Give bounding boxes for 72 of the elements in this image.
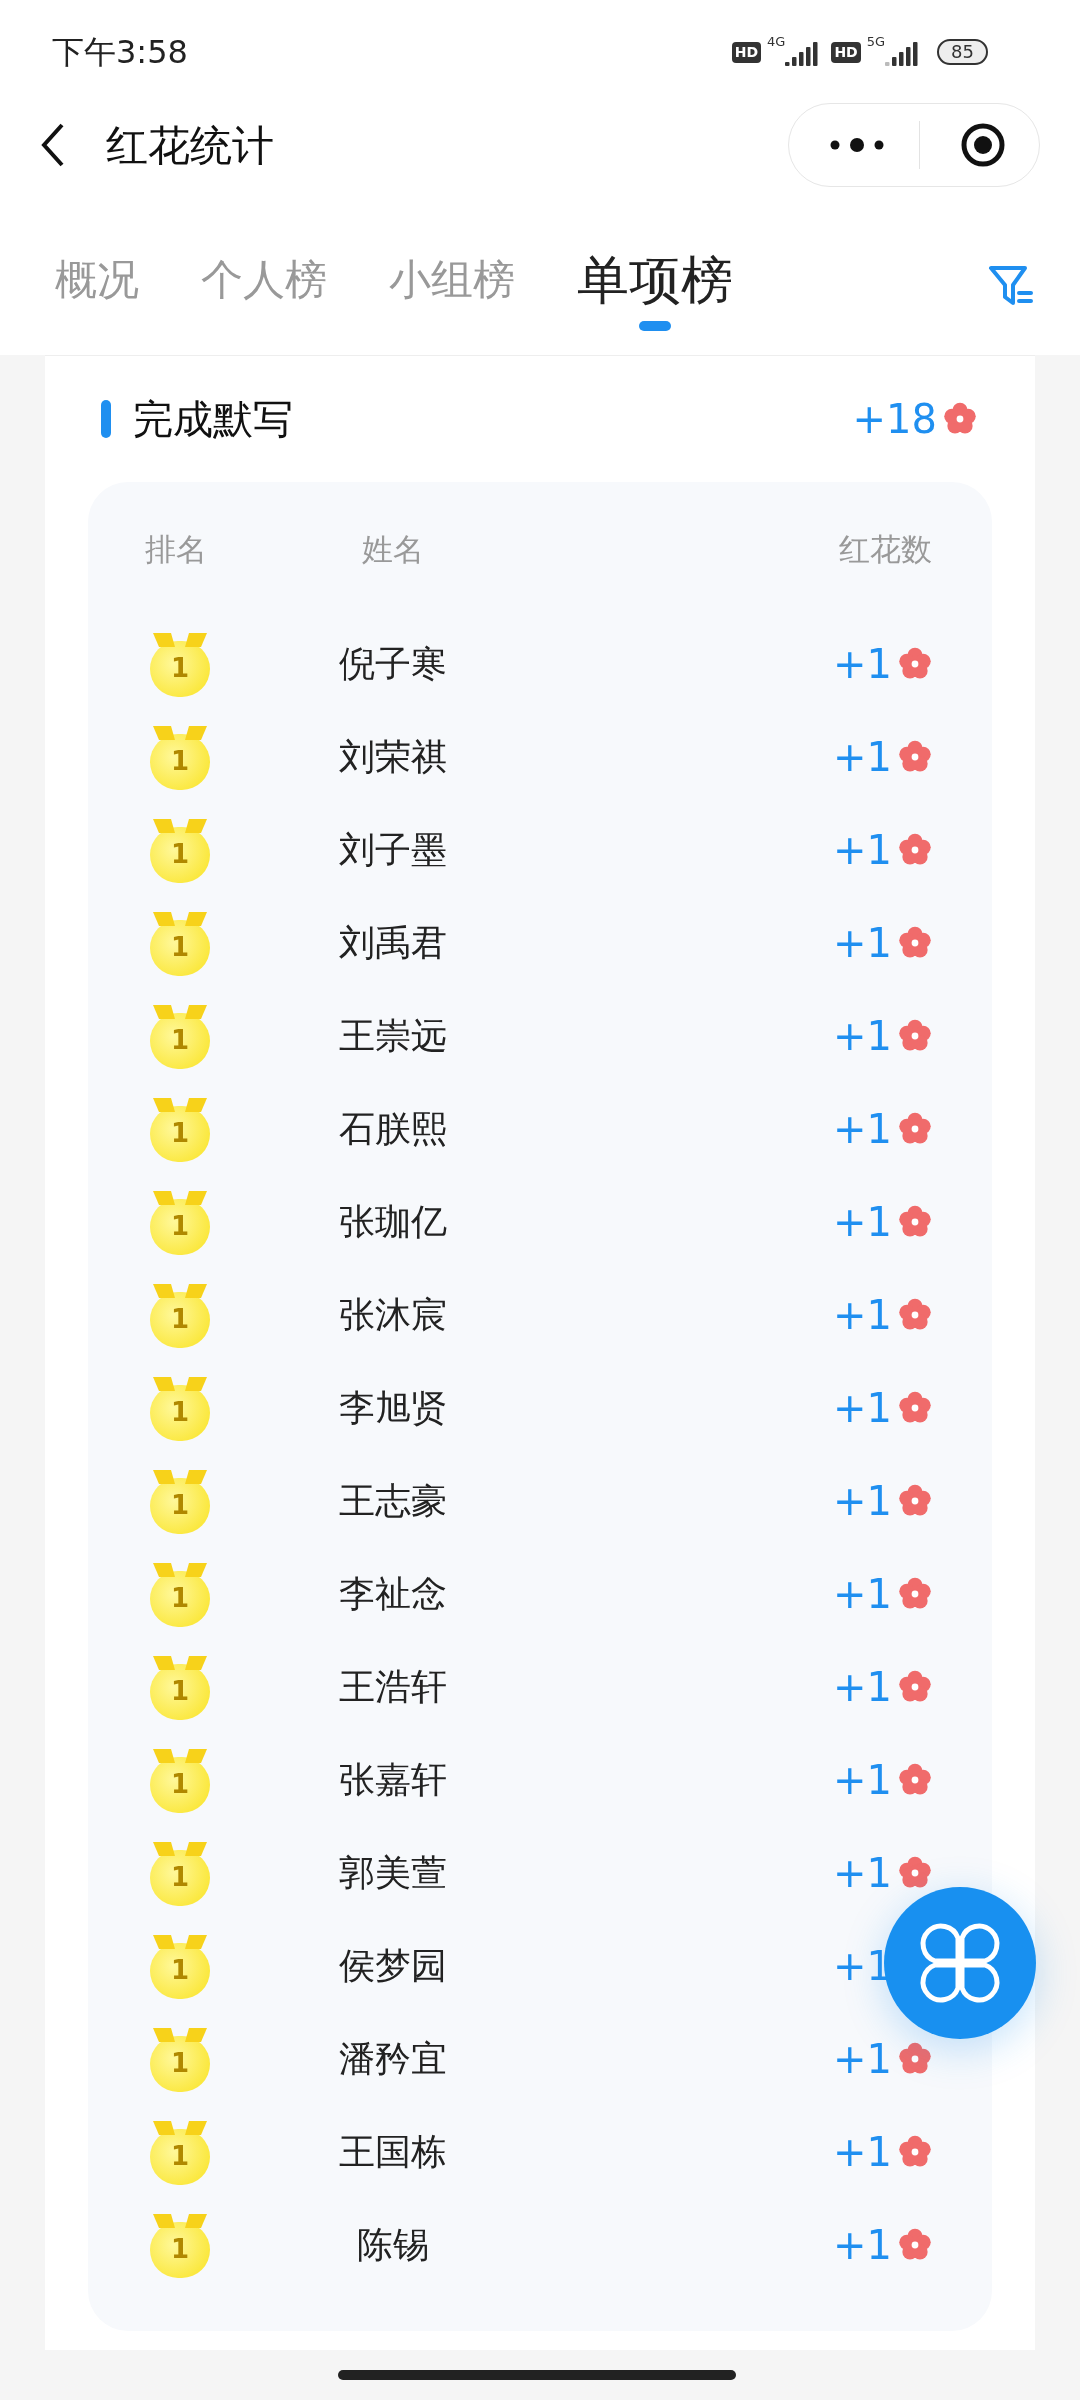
flower-icon — [898, 1855, 932, 1890]
student-name: 刘子墨 — [339, 827, 447, 872]
flower-count: +1 — [833, 918, 892, 968]
network-label: 4G — [767, 33, 786, 51]
student-name: 刘禹君 — [339, 920, 447, 965]
flower-count: +1 — [833, 1755, 892, 1805]
flower-icon — [898, 1018, 932, 1053]
flower-icon — [898, 1390, 932, 1425]
network-label: 5G — [866, 33, 886, 51]
flower-count: +1 — [833, 2034, 892, 2084]
tab[interactable]: 概况 — [55, 245, 139, 315]
student-name: 李旭贤 — [339, 1385, 447, 1430]
close-target-icon[interactable] — [960, 122, 1006, 168]
back-icon[interactable] — [40, 122, 66, 168]
battery-indicator: 85 — [937, 39, 988, 65]
student-name: 张嘉轩 — [339, 1757, 447, 1802]
flower-icon — [898, 1762, 932, 1797]
flower-icon — [898, 1111, 932, 1146]
flower-total: +18 — [852, 395, 937, 444]
tab[interactable]: 单项榜 — [577, 245, 733, 315]
flower-count: +1 — [833, 825, 892, 875]
tab[interactable]: 小组榜 — [389, 245, 515, 315]
flower-count: +1 — [833, 1011, 892, 1061]
flower-icon — [898, 1669, 932, 1704]
student-name: 倪子寒 — [339, 641, 447, 686]
flower-count: +1 — [833, 1290, 892, 1340]
section-marker — [101, 400, 111, 438]
flower-count: +1 — [833, 1383, 892, 1433]
student-name: 王崇远 — [339, 1013, 447, 1058]
student-name: 郭美萱 — [339, 1850, 447, 1895]
student-name: 石朕熙 — [339, 1106, 447, 1151]
flower-count: +1 — [833, 1476, 892, 1526]
student-name: 王志豪 — [339, 1478, 447, 1523]
flower-icon — [898, 925, 932, 960]
student-name: 王浩轩 — [339, 1664, 447, 1709]
student-name: 王国栋 — [339, 2129, 447, 2174]
student-name: 陈锡 — [357, 2222, 429, 2267]
flower-icon — [898, 739, 932, 774]
hd-badge: HD — [731, 41, 762, 63]
student-name: 张珈亿 — [339, 1199, 447, 1244]
flower-count: +1 — [833, 2220, 892, 2270]
page-title: 红花统计 — [106, 119, 274, 172]
flower-icon — [898, 1483, 932, 1518]
column-header: 姓名 — [362, 530, 424, 570]
tab[interactable]: 个人榜 — [201, 245, 327, 315]
flower-icon — [943, 402, 977, 436]
column-header: 排名 — [145, 531, 207, 568]
section-title: 完成默写 — [133, 395, 293, 444]
flower-icon — [898, 1576, 932, 1611]
student-name: 侯梦园 — [339, 1943, 447, 1988]
flower-icon — [898, 2041, 932, 2076]
flower-icon — [898, 1204, 932, 1239]
flower-icon — [898, 2227, 932, 2262]
flower-count: +1 — [833, 639, 892, 689]
student-name: 潘矜宜 — [339, 2036, 447, 2081]
flower-count: +1 — [833, 1662, 892, 1712]
flower-count: +1 — [833, 1197, 892, 1247]
student-name: 李祉念 — [339, 1571, 447, 1616]
flower-count: +1 — [833, 1569, 892, 1619]
student-name: 张沐宸 — [339, 1292, 447, 1337]
flower-icon — [898, 832, 932, 867]
flower-icon — [898, 2134, 932, 2169]
status-time: 下午3:58 — [52, 32, 188, 73]
flower-icon — [898, 1297, 932, 1332]
flower-count: +1 — [833, 2127, 892, 2177]
column-header: 红花数 — [839, 530, 932, 570]
flower-count: +1 — [833, 1104, 892, 1154]
flower-icon — [898, 646, 932, 681]
flower-count: +1 — [833, 732, 892, 782]
flower-count: +1 — [833, 1848, 892, 1898]
hd-badge: HD — [831, 41, 861, 63]
student-name: 刘荣祺 — [339, 734, 447, 779]
